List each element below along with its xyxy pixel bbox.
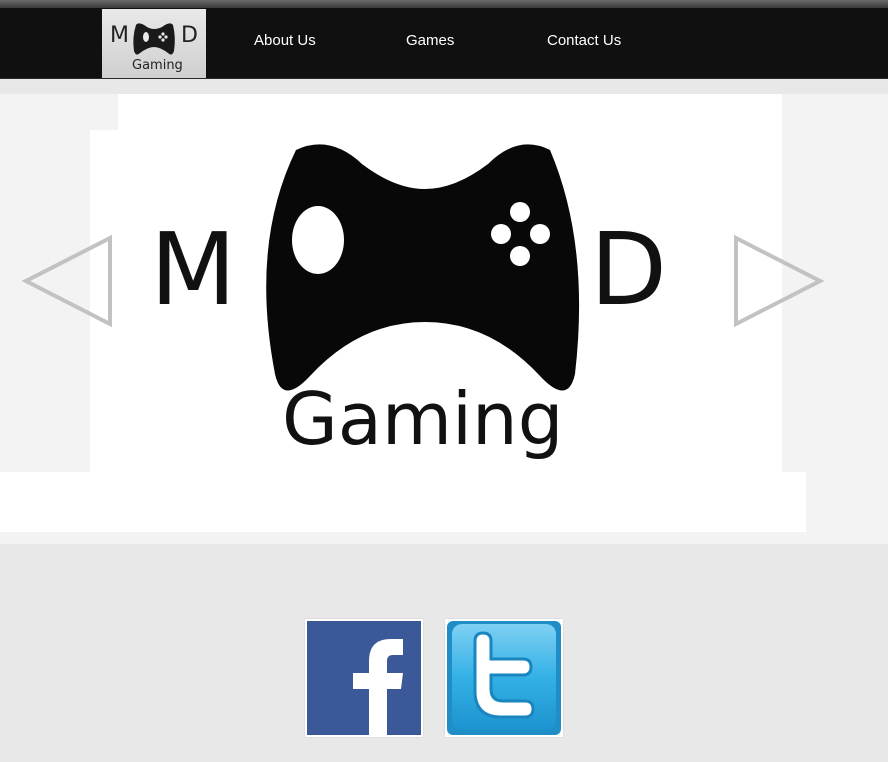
slide-logo-letter-right: D [590,211,667,328]
logo-word: Gaming [132,58,183,73]
twitter-icon [447,621,561,735]
facebook-link[interactable] [305,619,423,737]
slider-prev-button[interactable] [21,234,114,328]
nav-logo[interactable]: M D Gaming [102,9,206,78]
navbar: M D Gaming About Us Games Contact Us [0,8,888,79]
nav-contact-us[interactable]: Contact Us [547,32,621,49]
nav-games[interactable]: Games [406,32,454,49]
top-strip [0,0,888,8]
image-slider: M D Gaming [0,94,888,544]
triangle-left-icon [21,234,112,328]
twitter-link[interactable] [445,619,563,737]
slide-logo-word: Gaming [282,377,563,461]
logo-letter-right: D [181,23,198,48]
nav-about-us[interactable]: About Us [254,32,316,49]
slide-logo-letter-left: M [150,211,236,328]
facebook-icon [307,621,421,735]
gamepad-icon [133,23,175,55]
triangle-right-icon [734,234,825,328]
slider-next-button[interactable] [732,234,825,328]
logo-letter-left: M [110,23,129,48]
